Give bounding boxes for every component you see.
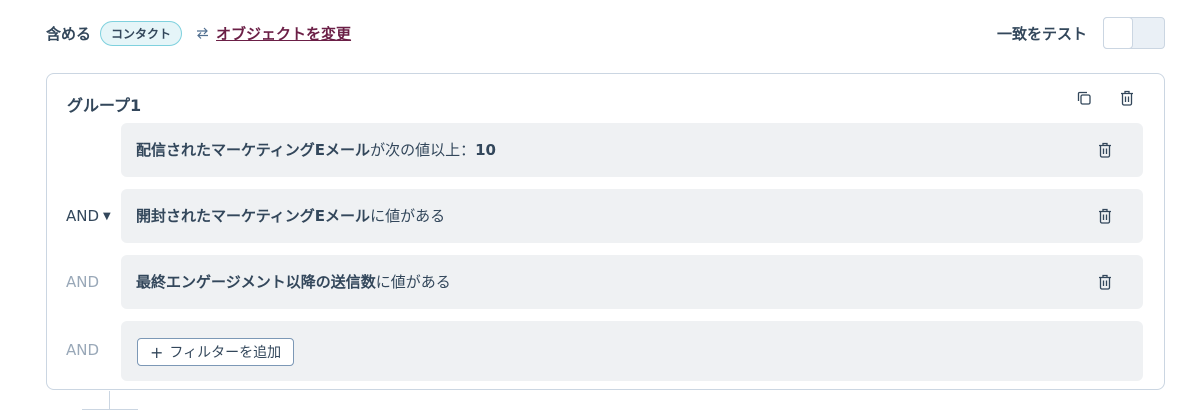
filter-condition: に値がある	[370, 207, 446, 225]
and-connector-label: AND	[66, 273, 100, 291]
filter-property: 配信されたマーケティングEメール	[136, 141, 371, 159]
add-filter-label: フィルターを追加	[169, 345, 282, 361]
test-match-control: 一致をテスト	[997, 17, 1165, 49]
test-match-toggle[interactable]	[1103, 17, 1165, 49]
and-connector-label: AND	[66, 341, 100, 359]
and-connector-label: AND	[66, 207, 100, 225]
filter-row[interactable]: 開封されたマーケティングEメールに値がある	[121, 189, 1143, 243]
and-connector-dropdown[interactable]: AND ▼	[66, 207, 111, 225]
group-title: グループ1	[67, 96, 142, 115]
filter-header: 含める コンタクト オブジェクトを変更	[46, 20, 351, 46]
copy-icon[interactable]	[1073, 87, 1095, 109]
filter-text: 最終エンゲージメント以降の送信数に値がある	[136, 255, 451, 309]
filter-condition: に値がある	[375, 273, 451, 291]
group-connector-line	[109, 391, 110, 410]
filter-value: 10	[475, 141, 496, 159]
filter-text: 開封されたマーケティングEメールに値がある	[136, 189, 445, 243]
toggle-knob	[1103, 17, 1133, 49]
add-filter-row: + フィルターを追加	[121, 321, 1143, 381]
filter-group-card: グループ1 配信されたマーケティングEメールが次の値以上：10 AND ▼ 開封…	[46, 73, 1165, 390]
filter-row[interactable]: 最終エンゲージメント以降の送信数に値がある	[121, 255, 1143, 309]
filter-property: 最終エンゲージメント以降の送信数	[136, 273, 376, 291]
trash-icon[interactable]	[1094, 139, 1116, 161]
trash-icon[interactable]	[1116, 87, 1138, 109]
trash-icon[interactable]	[1094, 205, 1116, 227]
object-type-pill: コンタクト	[100, 20, 183, 46]
filter-condition: が次の値以上：	[370, 141, 476, 159]
add-filter-button[interactable]: + フィルターを追加	[137, 338, 295, 366]
test-match-label: 一致をテスト	[996, 24, 1087, 43]
filter-row[interactable]: 配信されたマーケティングEメールが次の値以上：10	[121, 123, 1143, 177]
swap-arrows-icon	[196, 27, 210, 39]
filter-property: 開封されたマーケティングEメール	[136, 207, 371, 225]
include-label: 含める	[46, 24, 92, 43]
caret-down-icon: ▼	[103, 210, 111, 222]
change-object-link[interactable]: オブジェクトを変更	[216, 23, 351, 44]
trash-icon[interactable]	[1094, 271, 1116, 293]
plus-icon: +	[150, 342, 164, 362]
filter-text: 配信されたマーケティングEメールが次の値以上：10	[136, 123, 496, 177]
